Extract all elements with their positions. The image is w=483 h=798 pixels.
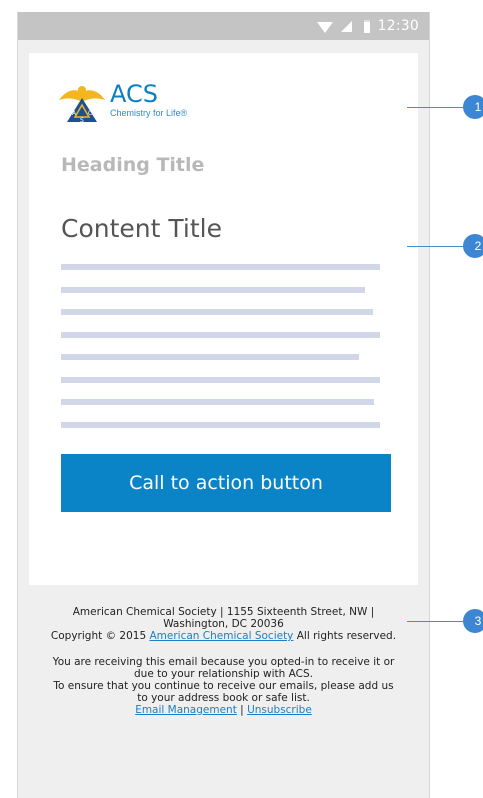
body-text-placeholder [61,354,359,360]
footer-notice-line: due to your relationship with ACS. [134,668,313,680]
badge-letter-s: S [80,117,84,124]
acs-eagle-icon: A C S [59,86,105,124]
email-card: A C S ACS Chemistry for Life® Heading Ti… [29,53,418,585]
acs-link[interactable]: American Chemical Society [149,630,293,642]
status-bar: 12:30 [18,12,429,40]
body-text-placeholder [61,422,380,428]
logo-tagline: Chemistry for Life® [110,108,188,118]
footer-address-line: American Chemical Society | 1155 Sixteen… [72,606,375,618]
callout-marker-1: 1 [463,95,483,119]
body-text-placeholder [61,309,373,315]
body-text-placeholder [61,377,380,383]
content-title: Content Title [61,214,222,243]
footer-notice-line: You are receiving this email because you… [52,656,395,668]
footer-notice-line: to your address book or safe list. [137,692,310,704]
footer-address-line: Washington, DC 20036 [163,618,284,630]
callout-marker-2: 2 [463,234,483,258]
callout-marker-3: 3 [463,609,483,633]
link-separator: | [240,704,244,716]
heading-title: Heading Title [61,154,205,176]
footer-links: Email Management | Unsubscribe [18,704,429,716]
footer-notice-line: To ensure that you continue to receive o… [53,680,394,692]
body-text-placeholder [61,264,380,270]
acs-logo[interactable]: A C S ACS Chemistry for Life® [57,78,227,128]
body-text-placeholder [61,332,380,338]
copyright-prefix: Copyright © 2015 [50,630,147,642]
email-management-link[interactable]: Email Management [135,704,237,716]
phone-frame: 12:30 A C S ACS Chemistry for Life® Head… [17,12,430,798]
unsubscribe-link[interactable]: Unsubscribe [247,704,312,716]
logo-wordmark: ACS [110,80,158,108]
footer-copyright: Copyright © 2015 American Chemical Socie… [18,630,429,642]
wifi-icon [316,21,333,33]
body-text-placeholder [61,399,374,405]
copyright-suffix: All rights reserved. [296,630,397,642]
badge-letter-c: C [88,110,92,117]
body-text-placeholder [61,287,365,293]
battery-icon [363,19,370,33]
signal-icon [340,20,352,32]
email-footer: American Chemical Society | 1155 Sixteen… [18,606,429,716]
call-to-action-button[interactable]: Call to action button [61,454,391,512]
status-time: 12:30 [377,18,419,34]
